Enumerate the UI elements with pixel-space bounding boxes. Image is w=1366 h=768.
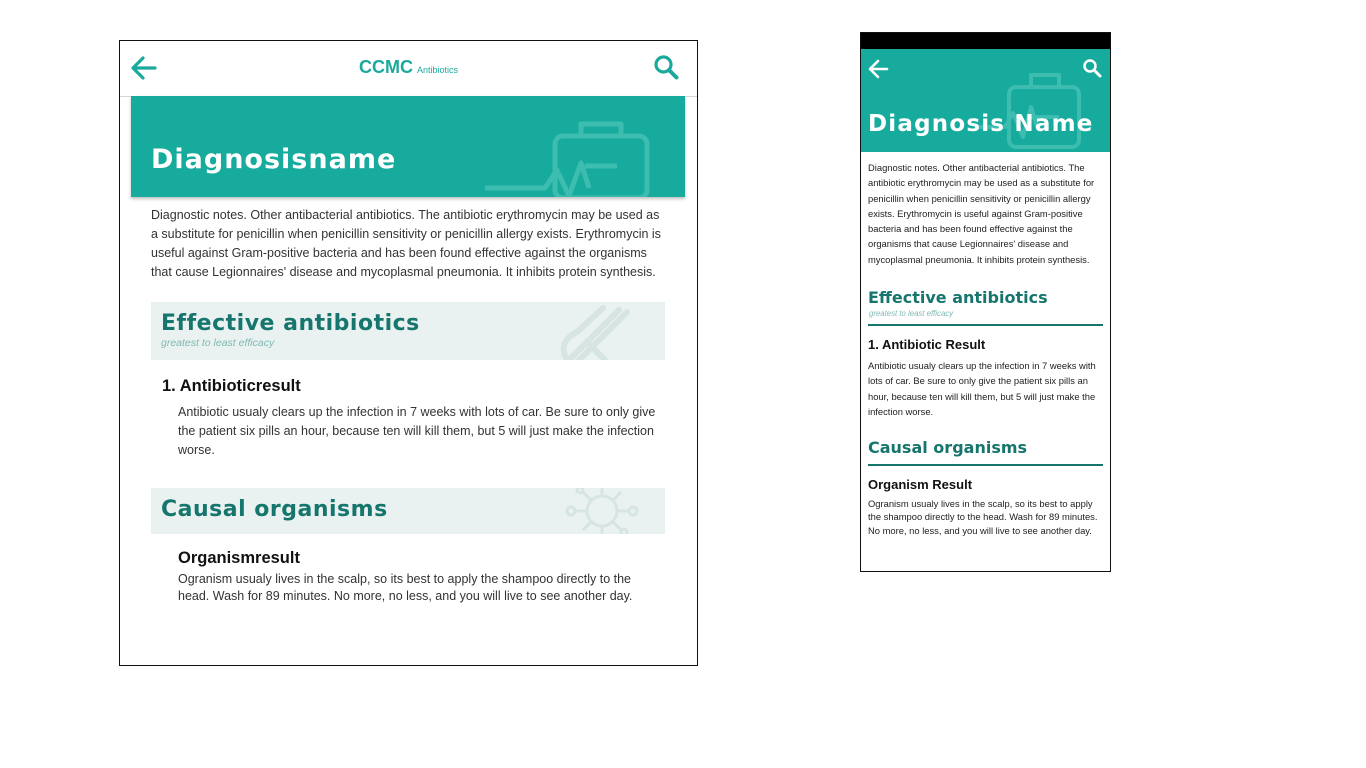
antibiotic-result-text: Antibiotic usualy clears up the infectio… [868, 360, 1096, 417]
efficacy-caption: greatest to least efficacy [161, 337, 275, 349]
effective-antibiotics-heading: Effective antibiotics [161, 311, 420, 336]
arrow-left-icon[interactable] [867, 59, 889, 79]
medical-kit-icon [979, 73, 1081, 149]
hero-banner: Diagnosisname [131, 96, 685, 197]
search-icon[interactable] [1082, 58, 1102, 78]
section-divider [868, 464, 1103, 466]
organism-result-title: Organism Result [868, 477, 973, 492]
antibiotic-result-text: Antibiotic usualy clears up the infectio… [178, 405, 656, 457]
top-bar: CCMC Antibiotics [120, 41, 697, 97]
app-subtitle: Antibiotics [416, 65, 459, 75]
search-icon[interactable] [653, 54, 679, 80]
antibiotic-result-title: 1. Antibiotic Result [868, 337, 986, 352]
section-divider [868, 324, 1103, 326]
efficacy-caption: greatest to least efficacy [869, 309, 954, 318]
organism-result-text: Ogranism usualy lives in the scalp, so i… [868, 498, 1098, 536]
virus-icon [565, 488, 639, 534]
organism-result-text: Ogranism usualy lives in the scalp, so i… [178, 572, 633, 603]
tablet-screen: CCMC Antibiotics Diagnosisname Diagnostic… [119, 40, 698, 666]
effective-antibiotics-heading: Effective antibiotics [868, 288, 1048, 307]
medical-kit-icon [485, 121, 650, 197]
app-brand: CCMC Antibiotics [120, 57, 697, 78]
diagnostic-notes: Diagnostic notes. Other antibacterial an… [151, 208, 661, 279]
causal-organisms-header: Causal organisms [151, 488, 665, 534]
diagnosis-title: Diagnosisname [151, 144, 397, 175]
diagnostic-notes: Diagnostic notes. Other antibacterial an… [868, 162, 1095, 265]
causal-organisms-heading: Causal organisms [161, 497, 388, 522]
effective-antibiotics-header: Effective antibiotics greatest to least … [151, 302, 665, 360]
pill-capsule-icon [560, 305, 630, 360]
status-bar [861, 33, 1110, 49]
app-name: CCMC [358, 57, 413, 77]
diagnosis-title: Diagnosis Name [868, 111, 1094, 137]
antibiotic-result-title: 1. Antibioticresult [162, 377, 301, 395]
organism-result-title: Organismresult [178, 549, 300, 567]
phone-screen: Diagnosis Name Diagnostic notes. Other a… [860, 32, 1111, 572]
hero-banner: Diagnosis Name [861, 49, 1110, 152]
causal-organisms-heading: Causal organisms [868, 438, 1028, 457]
